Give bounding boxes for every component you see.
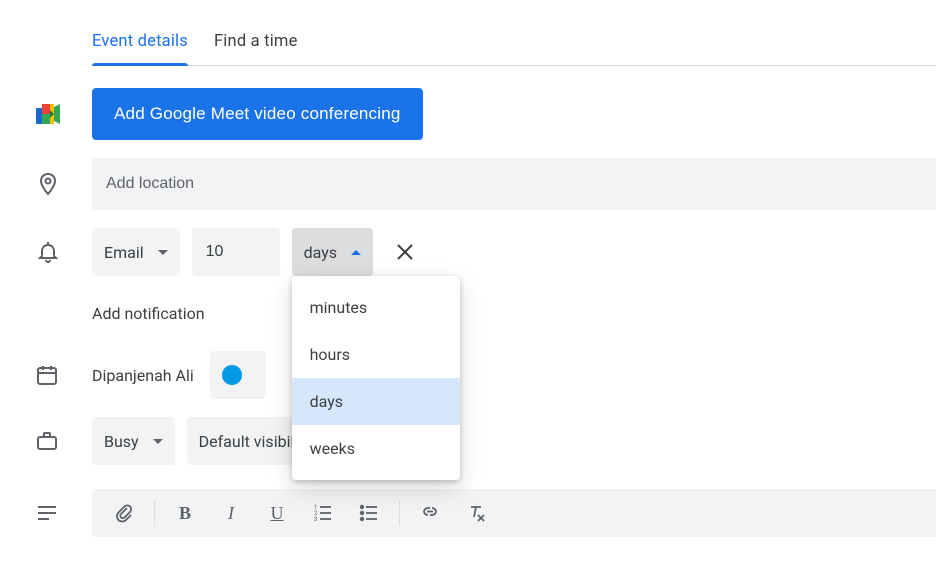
- unit-option-weeks[interactable]: weeks: [292, 425, 460, 472]
- availability-select[interactable]: Busy: [92, 417, 175, 465]
- calendar-icon: [36, 364, 58, 386]
- underline-button[interactable]: U: [255, 493, 299, 533]
- clear-formatting-button[interactable]: [454, 493, 498, 533]
- google-meet-icon: [36, 104, 60, 124]
- link-button[interactable]: [408, 493, 452, 533]
- availability-label: Busy: [104, 432, 139, 451]
- bell-icon: [36, 240, 60, 264]
- tab-find-a-time[interactable]: Find a time: [214, 32, 298, 65]
- remove-notification-button[interactable]: [385, 232, 425, 272]
- color-swatch: [222, 365, 242, 385]
- location-pin-icon: [36, 172, 60, 196]
- description-icon: [36, 502, 58, 524]
- chevron-down-icon: [158, 250, 168, 255]
- unit-option-days[interactable]: days: [292, 378, 460, 425]
- notification-method-label: Email: [104, 243, 144, 262]
- toolbar-divider: [399, 500, 400, 526]
- chevron-up-icon: [351, 250, 361, 255]
- bulleted-list-button[interactable]: [347, 493, 391, 533]
- unit-option-hours[interactable]: hours: [292, 331, 460, 378]
- description-toolbar: B I U 1 2 3: [92, 489, 936, 537]
- organizer-name: Dipanjenah Ali: [92, 366, 194, 385]
- briefcase-icon: [36, 430, 58, 452]
- event-tabs: Event details Find a time: [92, 32, 936, 66]
- notification-unit-select[interactable]: days: [292, 228, 373, 276]
- event-color-select[interactable]: [210, 351, 266, 399]
- toolbar-divider: [154, 500, 155, 526]
- notification-unit-menu: minutes hours days weeks: [292, 276, 460, 480]
- numbered-list-button[interactable]: 1 2 3: [301, 493, 345, 533]
- attach-button[interactable]: [102, 493, 146, 533]
- notification-unit-label: days: [304, 243, 337, 262]
- notification-value-input[interactable]: [192, 228, 280, 276]
- bold-button[interactable]: B: [163, 493, 207, 533]
- chevron-down-icon: [153, 439, 163, 444]
- add-google-meet-button[interactable]: Add Google Meet video conferencing: [92, 88, 423, 140]
- location-input[interactable]: [92, 158, 936, 210]
- tab-event-details[interactable]: Event details: [92, 32, 188, 65]
- add-notification-link[interactable]: Add notification: [92, 294, 205, 333]
- svg-text:3: 3: [314, 516, 317, 523]
- italic-button[interactable]: I: [209, 493, 253, 533]
- notification-method-select[interactable]: Email: [92, 228, 180, 276]
- unit-option-minutes[interactable]: minutes: [292, 284, 460, 331]
